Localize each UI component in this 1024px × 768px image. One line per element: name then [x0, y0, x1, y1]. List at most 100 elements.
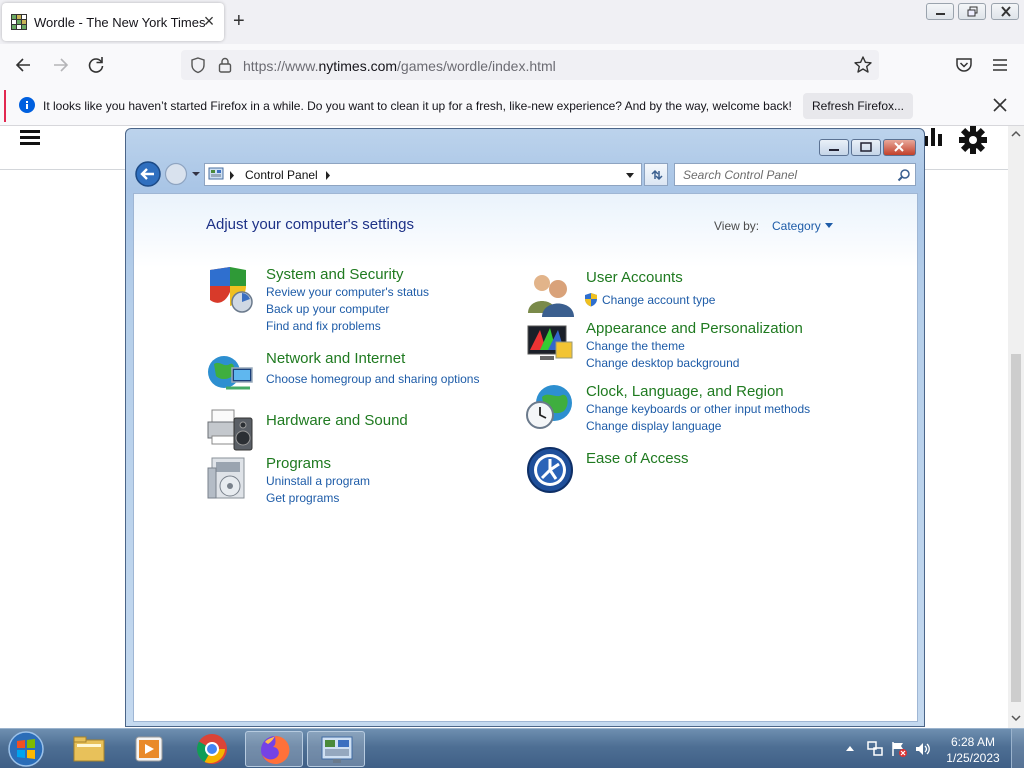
category-title-ease-of-access[interactable]: Ease of Access — [586, 450, 689, 467]
clock-time: 6:28 AM — [950, 735, 996, 749]
link-uninstall-program[interactable]: Uninstall a program — [266, 474, 370, 488]
link-find-fix-problems[interactable]: Find and fix problems — [266, 319, 381, 333]
show-desktop-button[interactable] — [1011, 729, 1024, 768]
close-icon — [894, 142, 904, 152]
cp-close-button[interactable] — [883, 139, 916, 156]
breadcrumb-control-panel[interactable]: Control Panel — [245, 168, 318, 182]
control-panel-icon — [321, 736, 353, 763]
shield-icon[interactable] — [189, 56, 207, 74]
category-ease-of-access: Ease of Access — [526, 446, 786, 496]
clock-globe-icon[interactable] — [526, 383, 574, 431]
tab-close-icon[interactable]: × — [200, 12, 218, 30]
forward-icon[interactable] — [49, 54, 71, 76]
settings-gear-icon[interactable] — [958, 126, 988, 154]
wordle-favicon-icon — [11, 14, 27, 30]
volume-icon[interactable] — [914, 740, 932, 758]
address-dropdown-icon[interactable] — [625, 172, 635, 179]
taskbar-chrome[interactable] — [183, 731, 241, 767]
action-center-flag-icon[interactable] — [890, 740, 908, 758]
uac-shield-icon — [585, 293, 597, 307]
cp-maximize-button[interactable] — [851, 139, 881, 156]
search-icon[interactable] — [897, 168, 911, 182]
link-change-display-language[interactable]: Change display language — [586, 419, 721, 433]
link-back-up-computer[interactable]: Back up your computer — [266, 302, 389, 316]
appearance-monitor-icon[interactable] — [526, 320, 574, 368]
category-title-appearance-personalization[interactable]: Appearance and Personalization — [586, 320, 803, 337]
reload-icon[interactable] — [85, 54, 107, 76]
url-text[interactable]: https://www.nytimes.com/games/wordle/ind… — [243, 58, 556, 74]
taskbar-firefox[interactable] — [245, 731, 303, 767]
taskbar-control-panel[interactable] — [307, 731, 365, 767]
tab-bar: Wordle - The New York Times × + — [0, 0, 1024, 44]
back-icon[interactable] — [13, 54, 35, 76]
cp-refresh-button[interactable] — [644, 163, 668, 186]
view-by-dropdown[interactable]: Category — [772, 219, 833, 233]
url-bar[interactable]: https://www.nytimes.com/games/wordle/ind… — [181, 50, 879, 80]
refresh-firefox-button[interactable]: Refresh Firefox... — [803, 93, 913, 119]
category-title-system-security[interactable]: System and Security — [266, 266, 404, 283]
cp-forward-icon[interactable] — [164, 162, 188, 186]
network-tray-icon[interactable] — [866, 740, 884, 758]
notification-message: It looks like you haven’t started Firefo… — [43, 99, 792, 113]
cp-minimize-button[interactable] — [819, 139, 849, 156]
view-by-label: View by: — [714, 219, 760, 233]
category-hardware-sound: Hardware and Sound — [206, 404, 466, 454]
close-notification-icon[interactable] — [991, 96, 1009, 114]
tab-title: Wordle - The New York Times — [34, 15, 206, 30]
network-globe-icon[interactable] — [206, 350, 254, 398]
category-title-user-accounts[interactable]: User Accounts — [586, 269, 683, 286]
cp-back-icon[interactable] — [134, 160, 162, 188]
programs-box-icon[interactable] — [206, 454, 254, 502]
users-icon[interactable] — [526, 269, 574, 317]
tab-wordle[interactable]: Wordle - The New York Times × — [2, 3, 224, 41]
category-title-hardware-sound[interactable]: Hardware and Sound — [266, 412, 408, 429]
statistics-icon[interactable] — [922, 126, 948, 148]
cp-content: Adjust your computer's settings View by:… — [133, 193, 918, 722]
category-title-programs[interactable]: Programs — [266, 455, 331, 472]
start-button-icon[interactable] — [6, 729, 46, 768]
control-panel-small-icon — [208, 167, 224, 180]
scroll-down-icon — [1011, 715, 1021, 722]
cp-address-bar[interactable]: Control Panel — [204, 163, 642, 186]
link-homegroup-sharing[interactable]: Choose homegroup and sharing options — [266, 372, 479, 386]
category-user-accounts: User Accounts Change account type — [526, 269, 826, 319]
new-tab-button[interactable]: + — [233, 11, 245, 31]
close-icon — [1001, 6, 1011, 17]
info-icon — [19, 97, 35, 113]
close-window-button[interactable] — [991, 3, 1019, 20]
lock-icon[interactable] — [217, 56, 233, 74]
link-change-keyboards[interactable]: Change keyboards or other input methods — [586, 402, 810, 416]
folder-icon — [73, 736, 105, 762]
category-network-internet: Network and Internet Choose homegroup an… — [206, 350, 506, 400]
notification-bar: It looks like you haven’t started Firefo… — [0, 86, 1024, 126]
breadcrumb-arrow-icon[interactable] — [229, 171, 235, 180]
search-control-panel-input[interactable]: Search Control Panel — [674, 163, 916, 186]
system-clock[interactable]: 6:28 AM 1/25/2023 — [940, 734, 1006, 766]
recent-pages-icon[interactable] — [191, 170, 201, 178]
bookmark-star-icon[interactable] — [853, 55, 873, 75]
minimize-button[interactable] — [926, 3, 954, 20]
ease-of-access-icon[interactable] — [526, 446, 574, 494]
taskbar-media-player[interactable] — [120, 731, 178, 767]
taskbar: 6:28 AM 1/25/2023 — [0, 728, 1024, 768]
show-hidden-icons[interactable] — [845, 744, 855, 752]
restore-button[interactable] — [958, 3, 986, 20]
page-scrollbar[interactable] — [1008, 126, 1024, 728]
category-title-network-internet[interactable]: Network and Internet — [266, 350, 405, 367]
category-system-security: System and Security Review your computer… — [206, 266, 496, 346]
breadcrumb-arrow-icon[interactable] — [325, 171, 331, 180]
printer-speaker-icon[interactable] — [206, 404, 254, 452]
scrollbar-thumb[interactable] — [1011, 354, 1021, 702]
control-panel-window: Control Panel Search Control Panel Adjus… — [125, 128, 925, 727]
pocket-icon[interactable] — [953, 54, 975, 76]
hamburger-menu-icon[interactable] — [20, 128, 40, 146]
link-change-theme[interactable]: Change the theme — [586, 339, 685, 353]
link-change-account-type[interactable]: Change account type — [602, 293, 715, 307]
link-review-status[interactable]: Review your computer's status — [266, 285, 429, 299]
taskbar-explorer[interactable] — [60, 731, 118, 767]
link-change-desktop-background[interactable]: Change desktop background — [586, 356, 739, 370]
category-title-clock-language-region[interactable]: Clock, Language, and Region — [586, 383, 784, 400]
shield-security-icon[interactable] — [206, 266, 254, 314]
menu-icon[interactable] — [989, 54, 1011, 76]
link-get-programs[interactable]: Get programs — [266, 491, 339, 505]
